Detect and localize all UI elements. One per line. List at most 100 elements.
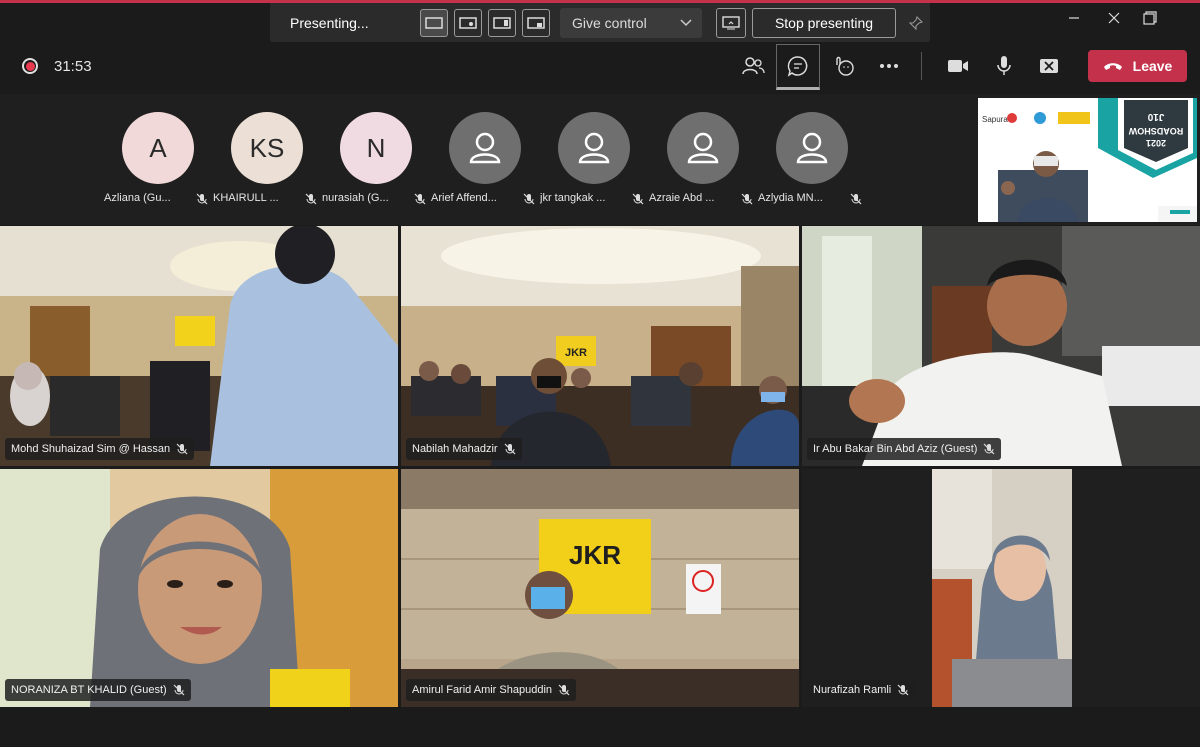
- mic-off-icon: [897, 684, 909, 696]
- banner-line2: ROADSHOW: [1128, 126, 1183, 136]
- microphone-button[interactable]: [982, 46, 1026, 86]
- video-tile-name: Nabilah Mahadzir: [412, 443, 498, 455]
- participant-item[interactable]: N nurasiah (G...: [322, 112, 426, 222]
- jkr-sign-large: JKR: [569, 540, 621, 570]
- camera-button[interactable]: [936, 46, 980, 86]
- mic-off-icon: [176, 443, 188, 455]
- people-icon: [742, 57, 765, 75]
- maximize-button[interactable]: [1136, 8, 1164, 28]
- video-tile-name: NORANIZA BT KHALID (Guest): [11, 684, 167, 696]
- video-tile-name: Mohd Shuhaizad Sim @ Hassan: [11, 443, 171, 455]
- banner-line3: 2021: [1146, 138, 1166, 148]
- stop-sharing-button[interactable]: [1027, 46, 1071, 86]
- mic-off-icon: [173, 684, 185, 696]
- video-tile[interactable]: NORANIZA BT KHALID (Guest): [0, 469, 398, 707]
- chat-icon: [787, 56, 808, 77]
- more-icon: [880, 64, 898, 68]
- sapura-logo: Sapura: [982, 115, 1008, 124]
- participant-item[interactable]: KS KHAIRULL ...: [213, 112, 317, 222]
- layout-reporter-button[interactable]: [522, 9, 550, 37]
- maximize-icon: [1143, 11, 1157, 25]
- close-icon: [1108, 12, 1120, 24]
- minimize-icon: [1069, 17, 1079, 19]
- mic-off-icon: [984, 443, 995, 455]
- presenting-label: Presenting...: [290, 15, 369, 31]
- reactions-button[interactable]: [822, 46, 866, 86]
- teams-meeting-window: Presenting... Give control Stop presenti…: [0, 0, 1200, 747]
- participant-name-tag: Nabilah Mahadzir: [406, 438, 522, 460]
- video-feed: [802, 226, 1200, 466]
- mic-off-icon: [305, 193, 317, 205]
- give-control-label: Give control: [572, 15, 647, 31]
- mic-off-icon: [504, 443, 516, 455]
- participant-item[interactable]: Azlydia MN...: [758, 112, 862, 222]
- participant-item[interactable]: A Azliana (Gu...: [104, 112, 208, 222]
- screen-icon: [722, 16, 740, 30]
- presenting-toolbar: Presenting... Give control Stop presenti…: [270, 3, 930, 43]
- reactions-icon: [836, 56, 854, 76]
- participant-item[interactable]: Arief Affend...: [431, 112, 535, 222]
- mic-off-icon: [850, 193, 862, 205]
- give-control-dropdown[interactable]: Give control: [560, 8, 702, 38]
- participant-name: Azlydia MN...: [758, 192, 823, 204]
- participant-name-tag: Mohd Shuhaizad Sim @ Hassan: [5, 438, 195, 460]
- video-tile-name: Ir Abu Bakar Bin Abd Aziz (Guest): [813, 443, 978, 455]
- shared-screen-preview[interactable]: J10 ROADSHOW 2021 Sapura: [978, 98, 1197, 222]
- video-tile[interactable]: JKR Nabilah Mahadzir: [401, 226, 799, 466]
- share-icon: [1040, 59, 1058, 73]
- avatar: [776, 112, 848, 184]
- mic-off-icon: [414, 193, 426, 205]
- layout-icon: [527, 17, 545, 29]
- video-tile[interactable]: Nurafizah Ramli: [802, 469, 1200, 707]
- chevron-down-icon: [680, 19, 692, 27]
- mic-icon: [997, 56, 1011, 75]
- video-tile[interactable]: Mohd Shuhaizad Sim @ Hassan: [0, 226, 398, 466]
- video-tile[interactable]: Ir Abu Bakar Bin Abd Aziz (Guest): [802, 226, 1200, 466]
- avatar: A: [122, 112, 194, 184]
- participant-name: Azraie Abd ...: [649, 192, 715, 204]
- avatar: KS: [231, 112, 303, 184]
- stop-presenting-button[interactable]: Stop presenting: [752, 8, 896, 38]
- mic-off-icon: [558, 684, 570, 696]
- leave-button[interactable]: Leave: [1088, 50, 1187, 82]
- shared-screen-content: J10 ROADSHOW 2021 Sapura: [978, 98, 1197, 222]
- close-window-button[interactable]: [1100, 8, 1128, 28]
- include-audio-button[interactable]: [716, 8, 746, 38]
- video-feed: JKR: [401, 469, 799, 707]
- avatar: [667, 112, 739, 184]
- person-icon: [687, 132, 719, 164]
- mic-off-icon: [523, 193, 535, 205]
- participants-button[interactable]: [731, 46, 775, 86]
- layout-icon: [425, 17, 443, 29]
- layout-standout-button[interactable]: [454, 9, 482, 37]
- participant-name: KHAIRULL ...: [213, 192, 279, 204]
- person-icon: [578, 132, 610, 164]
- layout-icon: [493, 17, 511, 29]
- meeting-controls-bar: 31:53 Leave: [0, 42, 1200, 90]
- participant-name-tag: Ir Abu Bakar Bin Abd Aziz (Guest): [807, 438, 1002, 460]
- mic-off-icon: [741, 193, 753, 205]
- chat-button[interactable]: [776, 44, 820, 90]
- participant-name: Azliana (Gu...: [104, 192, 171, 204]
- phone-icon: [1103, 63, 1122, 70]
- video-feed: JKR: [401, 226, 799, 466]
- avatar: [558, 112, 630, 184]
- layout-icon: [459, 17, 477, 29]
- video-tile[interactable]: JKR Amirul Farid Amir Shapuddin: [401, 469, 799, 707]
- toolbar-divider: [921, 52, 922, 80]
- participant-item[interactable]: jkr tangkak ...: [540, 112, 644, 222]
- camera-icon: [948, 60, 968, 72]
- pin-toolbar-button[interactable]: [904, 11, 928, 35]
- pin-icon: [909, 16, 923, 30]
- video-feed: [0, 469, 398, 707]
- layout-side-by-side-button[interactable]: [488, 9, 516, 37]
- more-actions-button[interactable]: [867, 46, 911, 86]
- participant-name: nurasiah (G...: [322, 192, 389, 204]
- layout-content-only-button[interactable]: [420, 9, 448, 37]
- video-tile-name: Amirul Farid Amir Shapuddin: [412, 684, 553, 696]
- minimize-button[interactable]: [1060, 8, 1088, 28]
- participant-item[interactable]: Azraie Abd ...: [649, 112, 753, 222]
- participant-name-tag: Nurafizah Ramli: [807, 679, 916, 701]
- person-icon: [469, 132, 501, 164]
- video-feed: [0, 226, 398, 466]
